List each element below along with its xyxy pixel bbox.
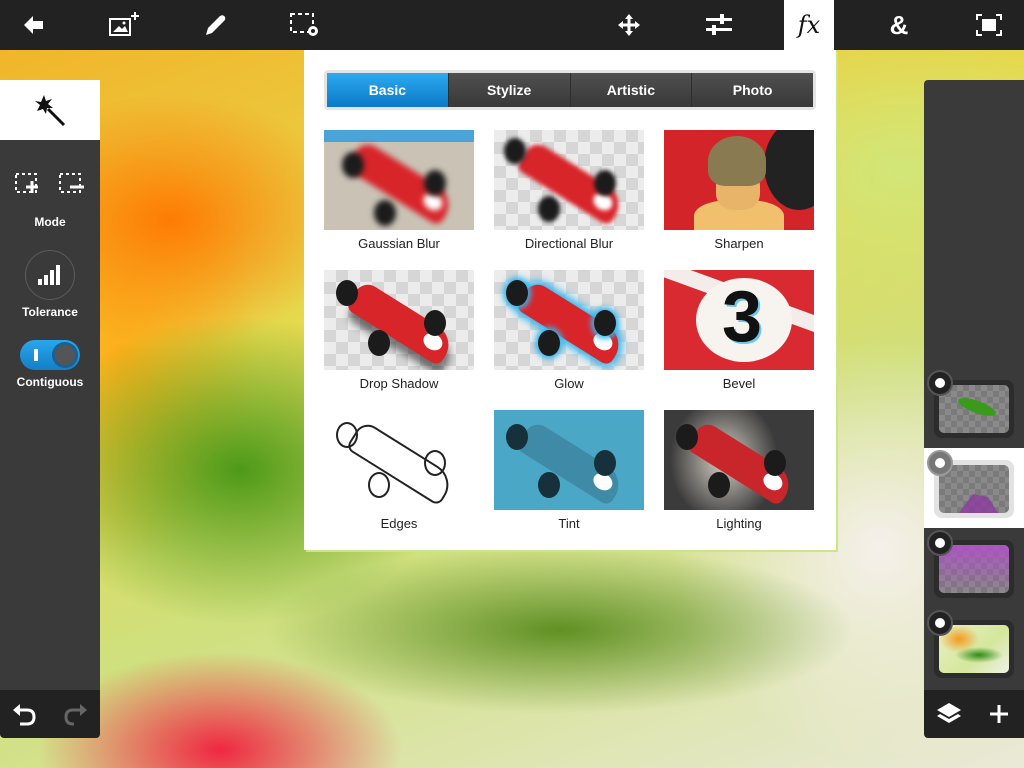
layers-icon bbox=[937, 703, 961, 723]
effect-drop-shadow[interactable]: Drop Shadow bbox=[324, 270, 474, 396]
history-bar bbox=[0, 690, 100, 738]
magic-wand-icon bbox=[35, 95, 66, 127]
selection-settings-button[interactable] bbox=[280, 0, 330, 50]
mode-buttons bbox=[0, 172, 100, 196]
effect-thumbnail bbox=[664, 130, 814, 230]
tolerance-button[interactable] bbox=[25, 250, 75, 300]
effect-label: Bevel bbox=[722, 376, 756, 391]
add-layer-button[interactable] bbox=[979, 694, 1019, 734]
tab-stylize[interactable]: Stylize bbox=[448, 73, 571, 107]
effect-thumbnail bbox=[664, 410, 814, 510]
selection-gear-icon bbox=[290, 13, 318, 36]
tolerance-label: Tolerance bbox=[22, 305, 78, 319]
effect-thumbnail: 3 bbox=[664, 270, 814, 370]
layers-panel bbox=[924, 80, 1024, 690]
adjustments-button[interactable] bbox=[694, 0, 744, 50]
effect-label: Directional Blur bbox=[524, 236, 614, 251]
tab-photo[interactable]: Photo bbox=[692, 73, 813, 107]
contiguous-label: Contiguous bbox=[16, 375, 84, 389]
layer-visibility-toggle[interactable] bbox=[927, 450, 953, 476]
back-button[interactable] bbox=[10, 0, 60, 50]
effect-gaussian-blur[interactable]: Gaussian Blur bbox=[324, 130, 474, 256]
plus-icon bbox=[990, 705, 1008, 723]
layer-thumbnail bbox=[939, 545, 1009, 593]
effect-label: Gaussian Blur bbox=[358, 236, 440, 251]
move-arrows-icon bbox=[618, 14, 640, 36]
magic-wand-tool[interactable] bbox=[0, 80, 100, 140]
layer-visibility-toggle[interactable] bbox=[927, 530, 953, 556]
effect-lighting[interactable]: Lighting bbox=[664, 410, 814, 536]
tab-artistic[interactable]: Artistic bbox=[570, 73, 693, 107]
mode-label: Mode bbox=[34, 215, 66, 229]
blend-button[interactable]: & bbox=[874, 0, 924, 50]
redo-icon bbox=[64, 704, 87, 726]
effect-category-tabs: Basic Stylize Artistic Photo bbox=[324, 70, 816, 110]
move-button[interactable] bbox=[604, 0, 654, 50]
layer-item[interactable] bbox=[924, 528, 1024, 608]
tab-basic[interactable]: Basic bbox=[327, 73, 449, 107]
toggle-knob bbox=[52, 342, 78, 368]
effect-directional-blur[interactable]: Directional Blur bbox=[494, 130, 644, 256]
effect-label: Glow bbox=[554, 376, 584, 391]
effect-thumbnail bbox=[324, 410, 474, 510]
layer-item[interactable] bbox=[924, 608, 1024, 688]
effect-thumbnail bbox=[324, 130, 474, 230]
effect-label: Edges bbox=[380, 516, 418, 531]
contiguous-toggle[interactable] bbox=[20, 340, 80, 370]
effects-popup: Basic Stylize Artistic Photo Gaussian Bl… bbox=[304, 50, 836, 550]
layers-button[interactable] bbox=[929, 694, 969, 734]
selection-subtract-icon bbox=[59, 173, 84, 193]
effect-thumbnail bbox=[494, 130, 644, 230]
draw-button[interactable] bbox=[190, 0, 240, 50]
add-image-icon bbox=[109, 12, 139, 36]
pencil-icon bbox=[206, 15, 226, 35]
effect-label: Drop Shadow bbox=[359, 376, 439, 391]
ampersand-icon: & bbox=[889, 9, 909, 40]
effects-grid: Gaussian Blur Directional Blur Sharpen D… bbox=[324, 130, 816, 536]
top-toolbar: fx & bbox=[0, 0, 1024, 50]
add-image-button[interactable] bbox=[100, 0, 150, 50]
layers-bar bbox=[924, 690, 1024, 738]
effect-sharpen[interactable]: Sharpen bbox=[664, 130, 814, 256]
layer-item[interactable] bbox=[924, 368, 1024, 448]
toggle-on-mark bbox=[34, 349, 38, 361]
effect-tint[interactable]: Tint bbox=[494, 410, 644, 536]
layer-item-selected[interactable] bbox=[924, 448, 1024, 528]
effect-thumbnail bbox=[494, 410, 644, 510]
effects-button[interactable]: fx bbox=[784, 0, 834, 50]
effect-label: Lighting bbox=[716, 516, 762, 531]
layer-thumbnail bbox=[939, 385, 1009, 433]
effect-bevel[interactable]: 3 Bevel bbox=[664, 270, 814, 396]
redo-button[interactable] bbox=[55, 694, 95, 734]
undo-button[interactable] bbox=[5, 694, 45, 734]
selection-add-icon bbox=[15, 173, 38, 193]
layer-visibility-toggle[interactable] bbox=[927, 610, 953, 636]
effect-label: Sharpen bbox=[714, 236, 764, 251]
undo-icon bbox=[13, 704, 36, 726]
layer-thumbnail bbox=[939, 465, 1009, 513]
selection-subtract-button[interactable] bbox=[57, 172, 87, 196]
selection-add-button[interactable] bbox=[13, 172, 43, 196]
fullscreen-button[interactable] bbox=[964, 0, 1014, 50]
back-arrow-icon bbox=[24, 16, 43, 34]
effect-thumbnail bbox=[494, 270, 644, 370]
fx-icon: fx bbox=[797, 11, 821, 39]
layer-visibility-toggle[interactable] bbox=[927, 370, 953, 396]
effect-glow[interactable]: Glow bbox=[494, 270, 644, 396]
tool-options-panel: Mode Tolerance Contiguous bbox=[0, 80, 100, 690]
effect-edges[interactable]: Edges bbox=[324, 410, 474, 536]
sliders-icon bbox=[706, 14, 732, 35]
effect-label: Tint bbox=[558, 516, 580, 531]
layer-thumbnail bbox=[939, 625, 1009, 673]
fullscreen-icon bbox=[976, 14, 1002, 36]
effect-thumbnail bbox=[324, 270, 474, 370]
signal-bars-icon bbox=[38, 265, 60, 285]
